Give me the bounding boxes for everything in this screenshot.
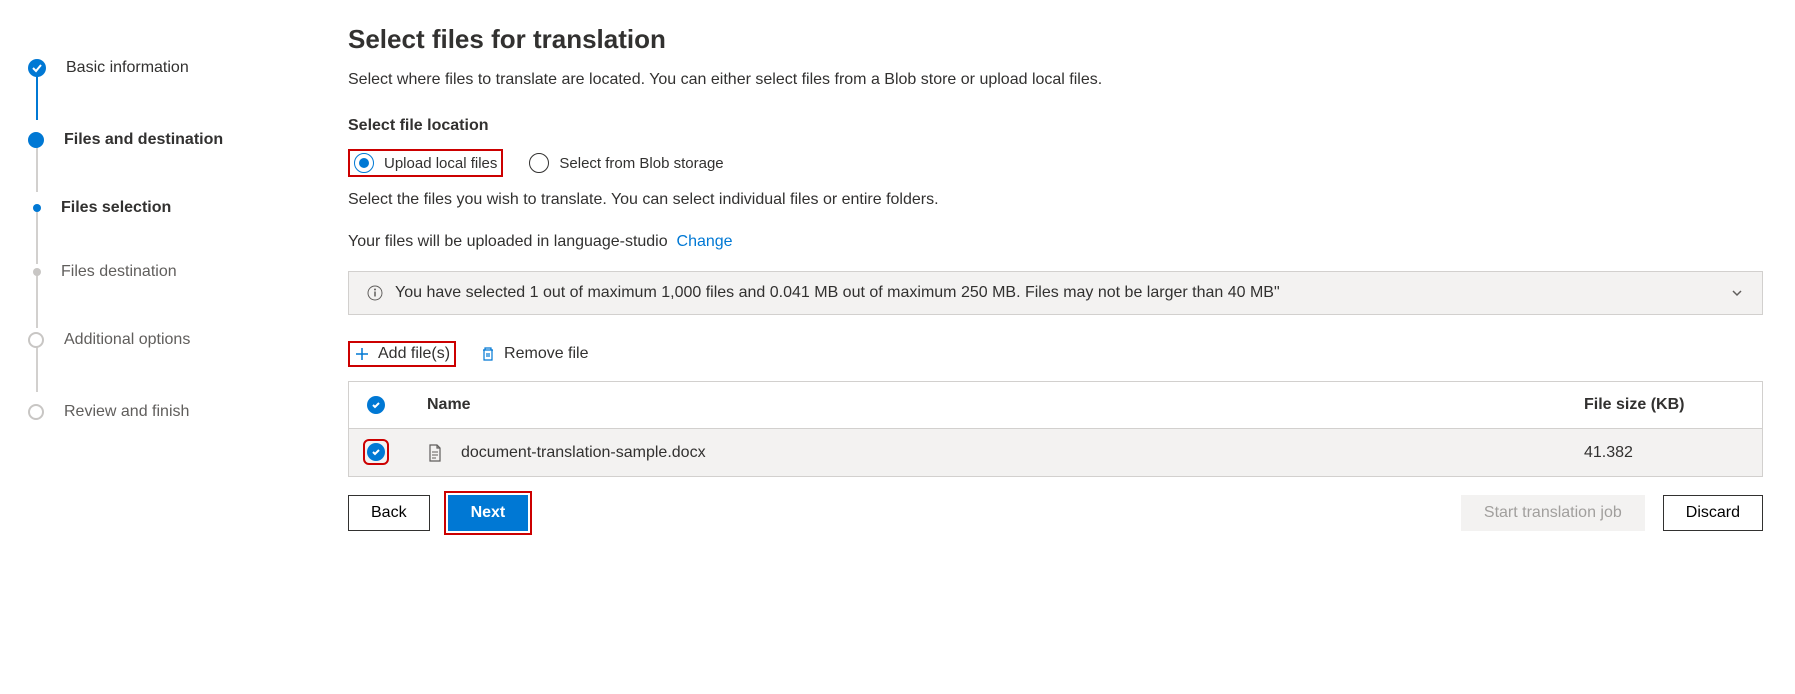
remove-file-button[interactable]: Remove file [480,345,588,363]
column-header-size[interactable]: File size (KB) [1584,396,1744,414]
document-icon [427,444,443,462]
step-files-destination[interactable]: Files destination [28,240,308,304]
check-circle-icon [367,443,385,461]
main-content: Select files for translation Select wher… [348,24,1763,670]
substep-pending-icon [33,268,41,276]
file-name-cell: document-translation-sample.docx [427,444,1584,462]
page-subtitle: Select where files to translate are loca… [348,71,1763,89]
select-all-checkbox[interactable] [367,396,427,414]
column-header-name[interactable]: Name [427,396,1584,414]
section-label-file-location: Select file location [348,117,1763,135]
pending-step-icon [28,404,44,420]
table-row[interactable]: document-translation-sample.docx 41.382 [349,429,1762,476]
step-label: Basic information [66,59,189,77]
page-title: Select files for translation [348,24,1763,55]
wizard-stepper: Basic information Files and destination … [28,24,308,670]
banner-text: You have selected 1 out of maximum 1,000… [395,284,1280,302]
start-translation-button: Start translation job [1461,495,1645,531]
step-files-selection[interactable]: Files selection [28,176,308,240]
trash-icon [480,346,496,362]
radio-blob-storage[interactable]: Select from Blob storage [529,153,723,173]
step-files-and-destination[interactable]: Files and destination [28,104,308,176]
step-basic-information[interactable]: Basic information [28,32,308,104]
radio-upload-local[interactable]: Upload local files [354,153,497,173]
step-label: Review and finish [64,403,189,421]
chevron-down-icon [1730,286,1744,300]
upload-destination-text: Your files will be uploaded in language-… [348,233,1763,251]
file-size: 41.382 [1584,444,1744,462]
discard-button[interactable]: Discard [1663,495,1763,531]
step-review-and-finish[interactable]: Review and finish [28,376,308,448]
change-link[interactable]: Change [677,233,733,250]
add-files-button[interactable]: Add file(s) [354,345,450,363]
substep-active-icon [33,204,41,212]
step-additional-options[interactable]: Additional options [28,304,308,376]
add-files-label: Add file(s) [378,345,450,363]
file-name: document-translation-sample.docx [461,444,706,462]
check-icon [28,59,46,77]
selection-summary-banner[interactable]: You have selected 1 out of maximum 1,000… [348,271,1763,315]
row-checkbox[interactable] [367,443,427,462]
step-label: Files destination [61,263,177,281]
plus-icon [354,346,370,362]
back-button[interactable]: Back [348,495,430,531]
info-icon [367,285,383,301]
active-step-icon [28,132,44,148]
step-label: Files selection [61,199,171,217]
radio-label: Upload local files [384,155,497,172]
file-location-radio-group: Upload local files Select from Blob stor… [348,149,1763,177]
check-circle-icon [367,396,385,414]
remove-file-label: Remove file [504,345,588,363]
helper-text: Select the files you wish to translate. … [348,191,1763,209]
file-toolbar: Add file(s) Remove file [348,341,1763,367]
radio-unselected-icon [529,153,549,173]
step-label: Files and destination [64,131,223,149]
next-button[interactable]: Next [448,495,529,531]
step-label: Additional options [64,331,190,349]
wizard-footer: Back Next Start translation job Discard [348,495,1763,531]
files-table: Name File size (KB) document-translation… [348,381,1763,477]
radio-selected-icon [354,153,374,173]
pending-step-icon [28,332,44,348]
table-header: Name File size (KB) [349,382,1762,429]
radio-label: Select from Blob storage [559,155,723,172]
